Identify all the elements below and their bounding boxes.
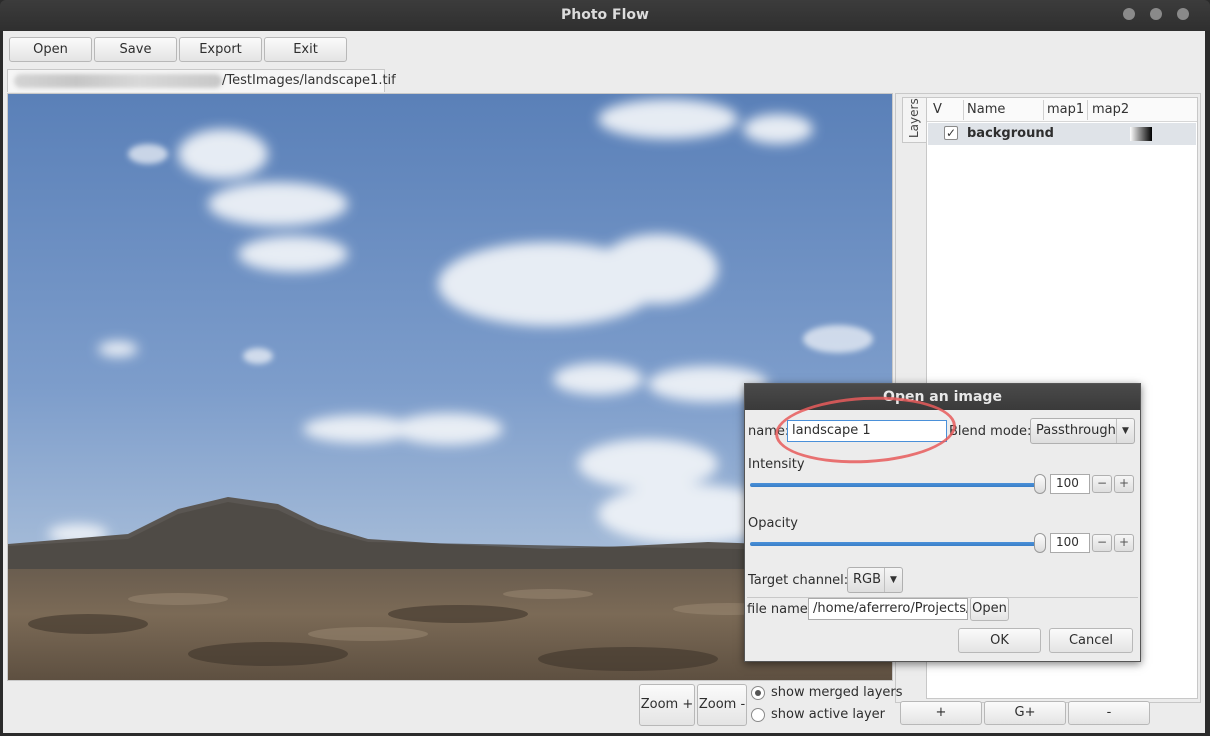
opacity-increment-button[interactable]: + xyxy=(1114,534,1134,552)
cancel-button[interactable]: Cancel xyxy=(1049,628,1133,653)
remove-layer-button[interactable]: - xyxy=(1068,701,1150,725)
title-bar[interactable]: Photo Flow xyxy=(0,0,1210,31)
chevron-down-icon: ▼ xyxy=(884,568,902,592)
show-merged-radio[interactable] xyxy=(751,686,765,700)
layer-mask-gradient-icon xyxy=(1130,127,1152,141)
file-name-label: file name: xyxy=(747,602,813,617)
file-name-input[interactable]: /home/aferrero/Projects/P xyxy=(808,598,968,620)
layers-side-tab[interactable]: Layers xyxy=(902,97,926,143)
column-separator xyxy=(963,100,964,120)
layer-visibility-checkbox[interactable]: ✓ xyxy=(944,126,958,140)
opacity-decrement-button[interactable]: − xyxy=(1092,534,1112,552)
ok-button[interactable]: OK xyxy=(958,628,1041,653)
open-button[interactable]: Open xyxy=(9,37,92,62)
opacity-slider-handle[interactable] xyxy=(1034,533,1046,553)
column-map2[interactable]: map2 xyxy=(1092,102,1129,117)
layers-side-tab-label: Layers xyxy=(907,98,921,138)
column-name[interactable]: Name xyxy=(967,102,1005,117)
zoom-in-button[interactable]: Zoom + xyxy=(639,684,695,726)
minimize-button[interactable] xyxy=(1123,8,1135,20)
add-group-button[interactable]: G+ xyxy=(984,701,1066,725)
intensity-increment-button[interactable]: + xyxy=(1114,475,1134,493)
dialog-title[interactable]: Open an image xyxy=(745,384,1140,410)
target-channel-label: Target channel: xyxy=(748,573,849,588)
close-button[interactable] xyxy=(1177,8,1189,20)
save-button[interactable]: Save xyxy=(94,37,177,62)
app-window: Photo Flow Open Save Export Exit /TestIm… xyxy=(0,0,1210,736)
maximize-button[interactable] xyxy=(1150,8,1162,20)
layer-name[interactable]: background xyxy=(967,126,1054,141)
add-layer-button[interactable]: + xyxy=(900,701,982,725)
exit-button[interactable]: Exit xyxy=(264,37,347,62)
intensity-value[interactable]: 100 xyxy=(1050,474,1090,494)
blend-mode-label: Blend mode: xyxy=(949,424,1032,439)
column-v[interactable]: V xyxy=(933,102,942,117)
window-title: Photo Flow xyxy=(561,7,649,23)
intensity-slider-track[interactable] xyxy=(750,483,1040,487)
opacity-slider-track[interactable] xyxy=(750,542,1040,546)
blend-mode-select[interactable]: Passthrough ▼ xyxy=(1030,418,1135,444)
layers-table-header: V Name map1 map2 xyxy=(927,98,1197,122)
intensity-decrement-button[interactable]: − xyxy=(1092,475,1112,493)
opacity-label: Opacity xyxy=(748,516,799,531)
intensity-slider-handle[interactable] xyxy=(1034,474,1046,494)
show-active-label[interactable]: show active layer xyxy=(771,707,885,722)
target-channel-value: RGB xyxy=(853,572,882,587)
opacity-value[interactable]: 100 xyxy=(1050,533,1090,553)
column-separator xyxy=(1087,100,1088,120)
show-merged-label[interactable]: show merged layers xyxy=(771,685,903,700)
blend-mode-value: Passthrough xyxy=(1036,423,1116,438)
zoom-out-button[interactable]: Zoom - xyxy=(697,684,747,726)
chevron-down-icon: ▼ xyxy=(1116,419,1134,443)
intensity-label: Intensity xyxy=(748,457,805,472)
export-button[interactable]: Export xyxy=(179,37,262,62)
blurred-path-prefix xyxy=(14,74,222,88)
file-open-button[interactable]: Open xyxy=(970,597,1009,621)
target-channel-select[interactable]: RGB ▼ xyxy=(847,567,903,593)
column-map1[interactable]: map1 xyxy=(1047,102,1084,117)
layer-row-background[interactable]: ✓ background xyxy=(928,123,1196,145)
column-separator xyxy=(1043,100,1044,120)
image-tab-label: /TestImages/landscape1.tif xyxy=(222,73,396,88)
show-active-radio[interactable] xyxy=(751,708,765,722)
image-tab[interactable]: /TestImages/landscape1.tif xyxy=(7,69,396,92)
